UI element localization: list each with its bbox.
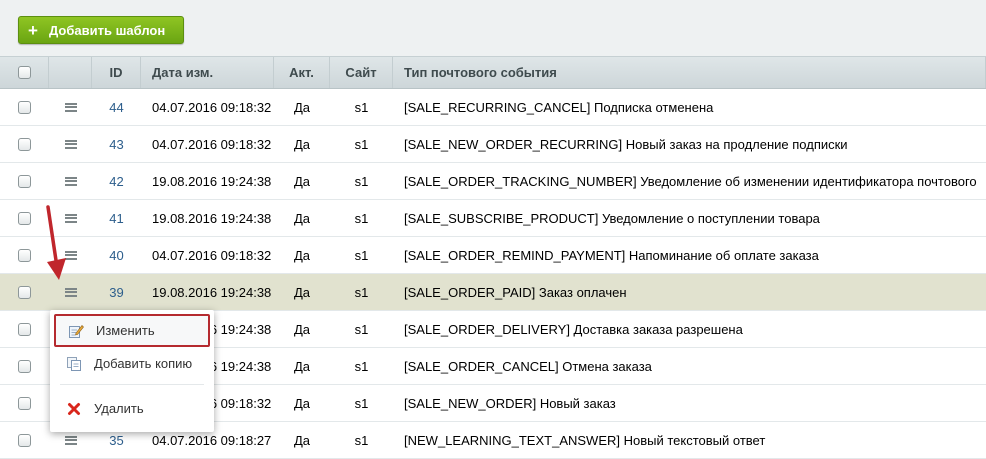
row-event-type: [SALE_SUBSCRIBE_PRODUCT] Уведомление о п… — [404, 210, 820, 226]
menu-separator — [60, 384, 204, 385]
row-event-type: [SALE_NEW_ORDER_RECURRING] Новый заказ н… — [404, 136, 848, 152]
row-checkbox[interactable] — [18, 174, 31, 188]
row-site: s1 — [354, 395, 369, 411]
row-menu-icon[interactable] — [64, 435, 77, 445]
row-date: 19.08.2016 19:24:38 — [152, 284, 272, 300]
table-row[interactable]: 44 04.07.2016 09:18:32 Да s1 [SALE_RECURRING… — [0, 89, 986, 126]
row-active: Да — [293, 358, 311, 374]
row-event-type: [NEW_LEARNING_TEXT_ANSWER] Новый текстов… — [404, 432, 766, 448]
row-select-cell — [0, 311, 49, 347]
table-row[interactable]: 43 04.07.2016 09:18:32 Да s1 [SALE_NEW_ORDER… — [0, 126, 986, 163]
delete-icon — [54, 402, 94, 416]
menu-item-delete[interactable]: Удалить — [54, 392, 210, 425]
row-id[interactable]: 39 — [92, 274, 141, 310]
row-checkbox[interactable] — [18, 211, 31, 225]
row-event-type: [SALE_ORDER_REMIND_PAYMENT] Напоминание … — [404, 247, 819, 263]
table-header: ID Дата изм. Акт. Сайт Тип почтового соб… — [0, 56, 986, 89]
row-actions-cell — [49, 89, 92, 125]
row-event-type: [SALE_ORDER_TRACKING_NUMBER] Уведомление… — [404, 173, 977, 189]
menu-item-delete-label: Удалить — [94, 401, 144, 416]
row-actions-cell — [49, 163, 92, 199]
menu-item-add-copy-label: Добавить копию — [94, 356, 193, 371]
row-event-type: [SALE_ORDER_CANCEL] Отмена заказа — [404, 358, 652, 374]
header-date[interactable]: Дата изм. — [141, 57, 274, 88]
row-checkbox[interactable] — [18, 137, 31, 151]
menu-item-add-copy[interactable]: Добавить копию — [54, 347, 210, 380]
row-menu-icon[interactable] — [64, 176, 77, 186]
row-active: Да — [293, 284, 311, 300]
row-select-cell — [0, 385, 49, 421]
row-menu-icon[interactable] — [64, 287, 77, 297]
row-menu-icon[interactable] — [64, 139, 77, 149]
toolbar: + Добавить шаблон — [0, 0, 986, 56]
select-all-checkbox[interactable] — [17, 66, 31, 79]
row-checkbox[interactable] — [18, 248, 31, 262]
row-checkbox[interactable] — [18, 285, 31, 299]
row-active: Да — [293, 321, 311, 337]
row-site: s1 — [354, 173, 369, 189]
row-active: Да — [293, 432, 311, 448]
row-id[interactable]: 41 — [92, 200, 141, 236]
row-context-menu: Изменить Добавить копию Удалить — [50, 310, 214, 432]
row-event-type: [SALE_ORDER_DELIVERY] Доставка заказа ра… — [404, 321, 743, 337]
header-active[interactable]: Акт. — [274, 57, 330, 88]
row-active: Да — [293, 173, 311, 189]
row-site: s1 — [354, 99, 369, 115]
row-checkbox[interactable] — [18, 433, 31, 447]
annotation-arrow-icon — [46, 205, 66, 280]
row-site: s1 — [354, 136, 369, 152]
row-event-type: [SALE_NEW_ORDER] Новый заказ — [404, 395, 616, 411]
row-active: Да — [293, 395, 311, 411]
row-event-type: [SALE_RECURRING_CANCEL] Подписка отменен… — [404, 99, 714, 115]
row-select-cell — [0, 126, 49, 162]
row-id[interactable]: 42 — [92, 163, 141, 199]
row-site: s1 — [354, 284, 369, 300]
row-date: 19.08.2016 19:24:38 — [152, 173, 272, 189]
select-all-cell — [0, 57, 49, 88]
table-row[interactable]: 40 04.07.2016 09:18:32 Да s1 [SALE_ORDER_REM… — [0, 237, 986, 274]
table-row[interactable]: 39 19.08.2016 19:24:38 Да s1 [SALE_ORDER_PAI… — [0, 274, 986, 311]
row-date: 19.08.2016 19:24:38 — [152, 210, 272, 226]
add-template-button[interactable]: + Добавить шаблон — [18, 16, 184, 44]
edit-icon — [56, 323, 96, 339]
row-checkbox[interactable] — [18, 322, 31, 336]
row-actions-cell — [49, 126, 92, 162]
header-site[interactable]: Сайт — [330, 57, 393, 88]
row-site: s1 — [354, 247, 369, 263]
row-select-cell — [0, 348, 49, 384]
row-id[interactable]: 40 — [92, 237, 141, 273]
row-select-cell — [0, 422, 49, 458]
header-event-type[interactable]: Тип почтового события — [393, 57, 986, 88]
row-date: 04.07.2016 09:18:32 — [152, 136, 272, 152]
row-active: Да — [293, 99, 311, 115]
menu-item-edit-label: Изменить — [96, 323, 155, 338]
header-actions-column — [49, 57, 92, 88]
row-date: 04.07.2016 09:18:32 — [152, 247, 272, 263]
row-date: 04.07.2016 09:18:32 — [152, 99, 272, 115]
row-checkbox[interactable] — [18, 359, 31, 373]
row-active: Да — [293, 247, 311, 263]
row-site: s1 — [354, 432, 369, 448]
row-select-cell — [0, 163, 49, 199]
table-row[interactable]: 41 19.08.2016 19:24:38 Да s1 [SALE_SUBSCRIBE… — [0, 200, 986, 237]
row-checkbox[interactable] — [18, 100, 31, 114]
row-site: s1 — [354, 358, 369, 374]
row-menu-icon[interactable] — [64, 102, 77, 112]
copy-icon — [54, 356, 94, 372]
row-checkbox[interactable] — [18, 396, 31, 410]
row-select-cell — [0, 89, 49, 125]
row-event-type: [SALE_ORDER_PAID] Заказ оплачен — [404, 284, 627, 300]
row-active: Да — [293, 210, 311, 226]
row-active: Да — [293, 136, 311, 152]
add-template-label: Добавить шаблон — [49, 22, 166, 38]
row-site: s1 — [354, 321, 369, 337]
plus-icon: + — [28, 20, 38, 40]
row-site: s1 — [354, 210, 369, 226]
row-id[interactable]: 43 — [92, 126, 141, 162]
row-id[interactable]: 44 — [92, 89, 141, 125]
menu-item-edit[interactable]: Изменить — [54, 314, 210, 347]
header-id[interactable]: ID — [92, 57, 141, 88]
table-row[interactable]: 42 19.08.2016 19:24:38 Да s1 [SALE_ORDER_TRA… — [0, 163, 986, 200]
